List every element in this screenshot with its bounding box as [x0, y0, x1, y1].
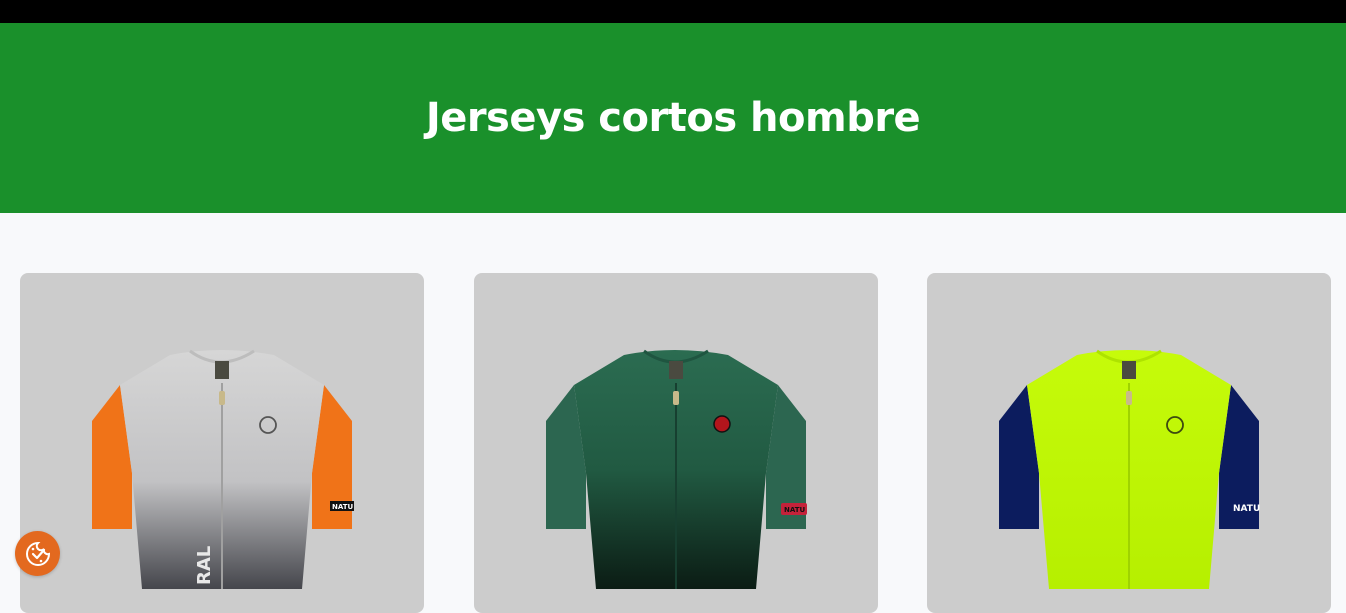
sleeve-label: NATU — [1233, 504, 1260, 514]
cookie-consent-button[interactable] — [15, 531, 60, 576]
svg-text:NATU: NATU — [784, 506, 806, 514]
cookie-consent-icon — [25, 541, 50, 566]
top-bar — [0, 0, 1346, 23]
category-hero: Jerseys cortos hombre — [0, 23, 1346, 213]
svg-text:NATU: NATU — [332, 503, 354, 511]
product-card[interactable]: NATU — [927, 273, 1331, 613]
page-title: Jerseys cortos hombre — [425, 95, 921, 141]
brand-logo-icon — [713, 415, 731, 433]
svg-text:RAL: RAL — [194, 546, 215, 585]
product-image[interactable]: NATU — [927, 273, 1331, 589]
product-image[interactable]: NATU — [474, 273, 878, 589]
product-grid: NATU RAL NATU NATU — [0, 273, 1346, 613]
product-card[interactable]: NATU RAL — [20, 273, 424, 613]
product-image[interactable]: NATU RAL — [20, 273, 424, 589]
product-card[interactable]: NATU — [474, 273, 878, 613]
